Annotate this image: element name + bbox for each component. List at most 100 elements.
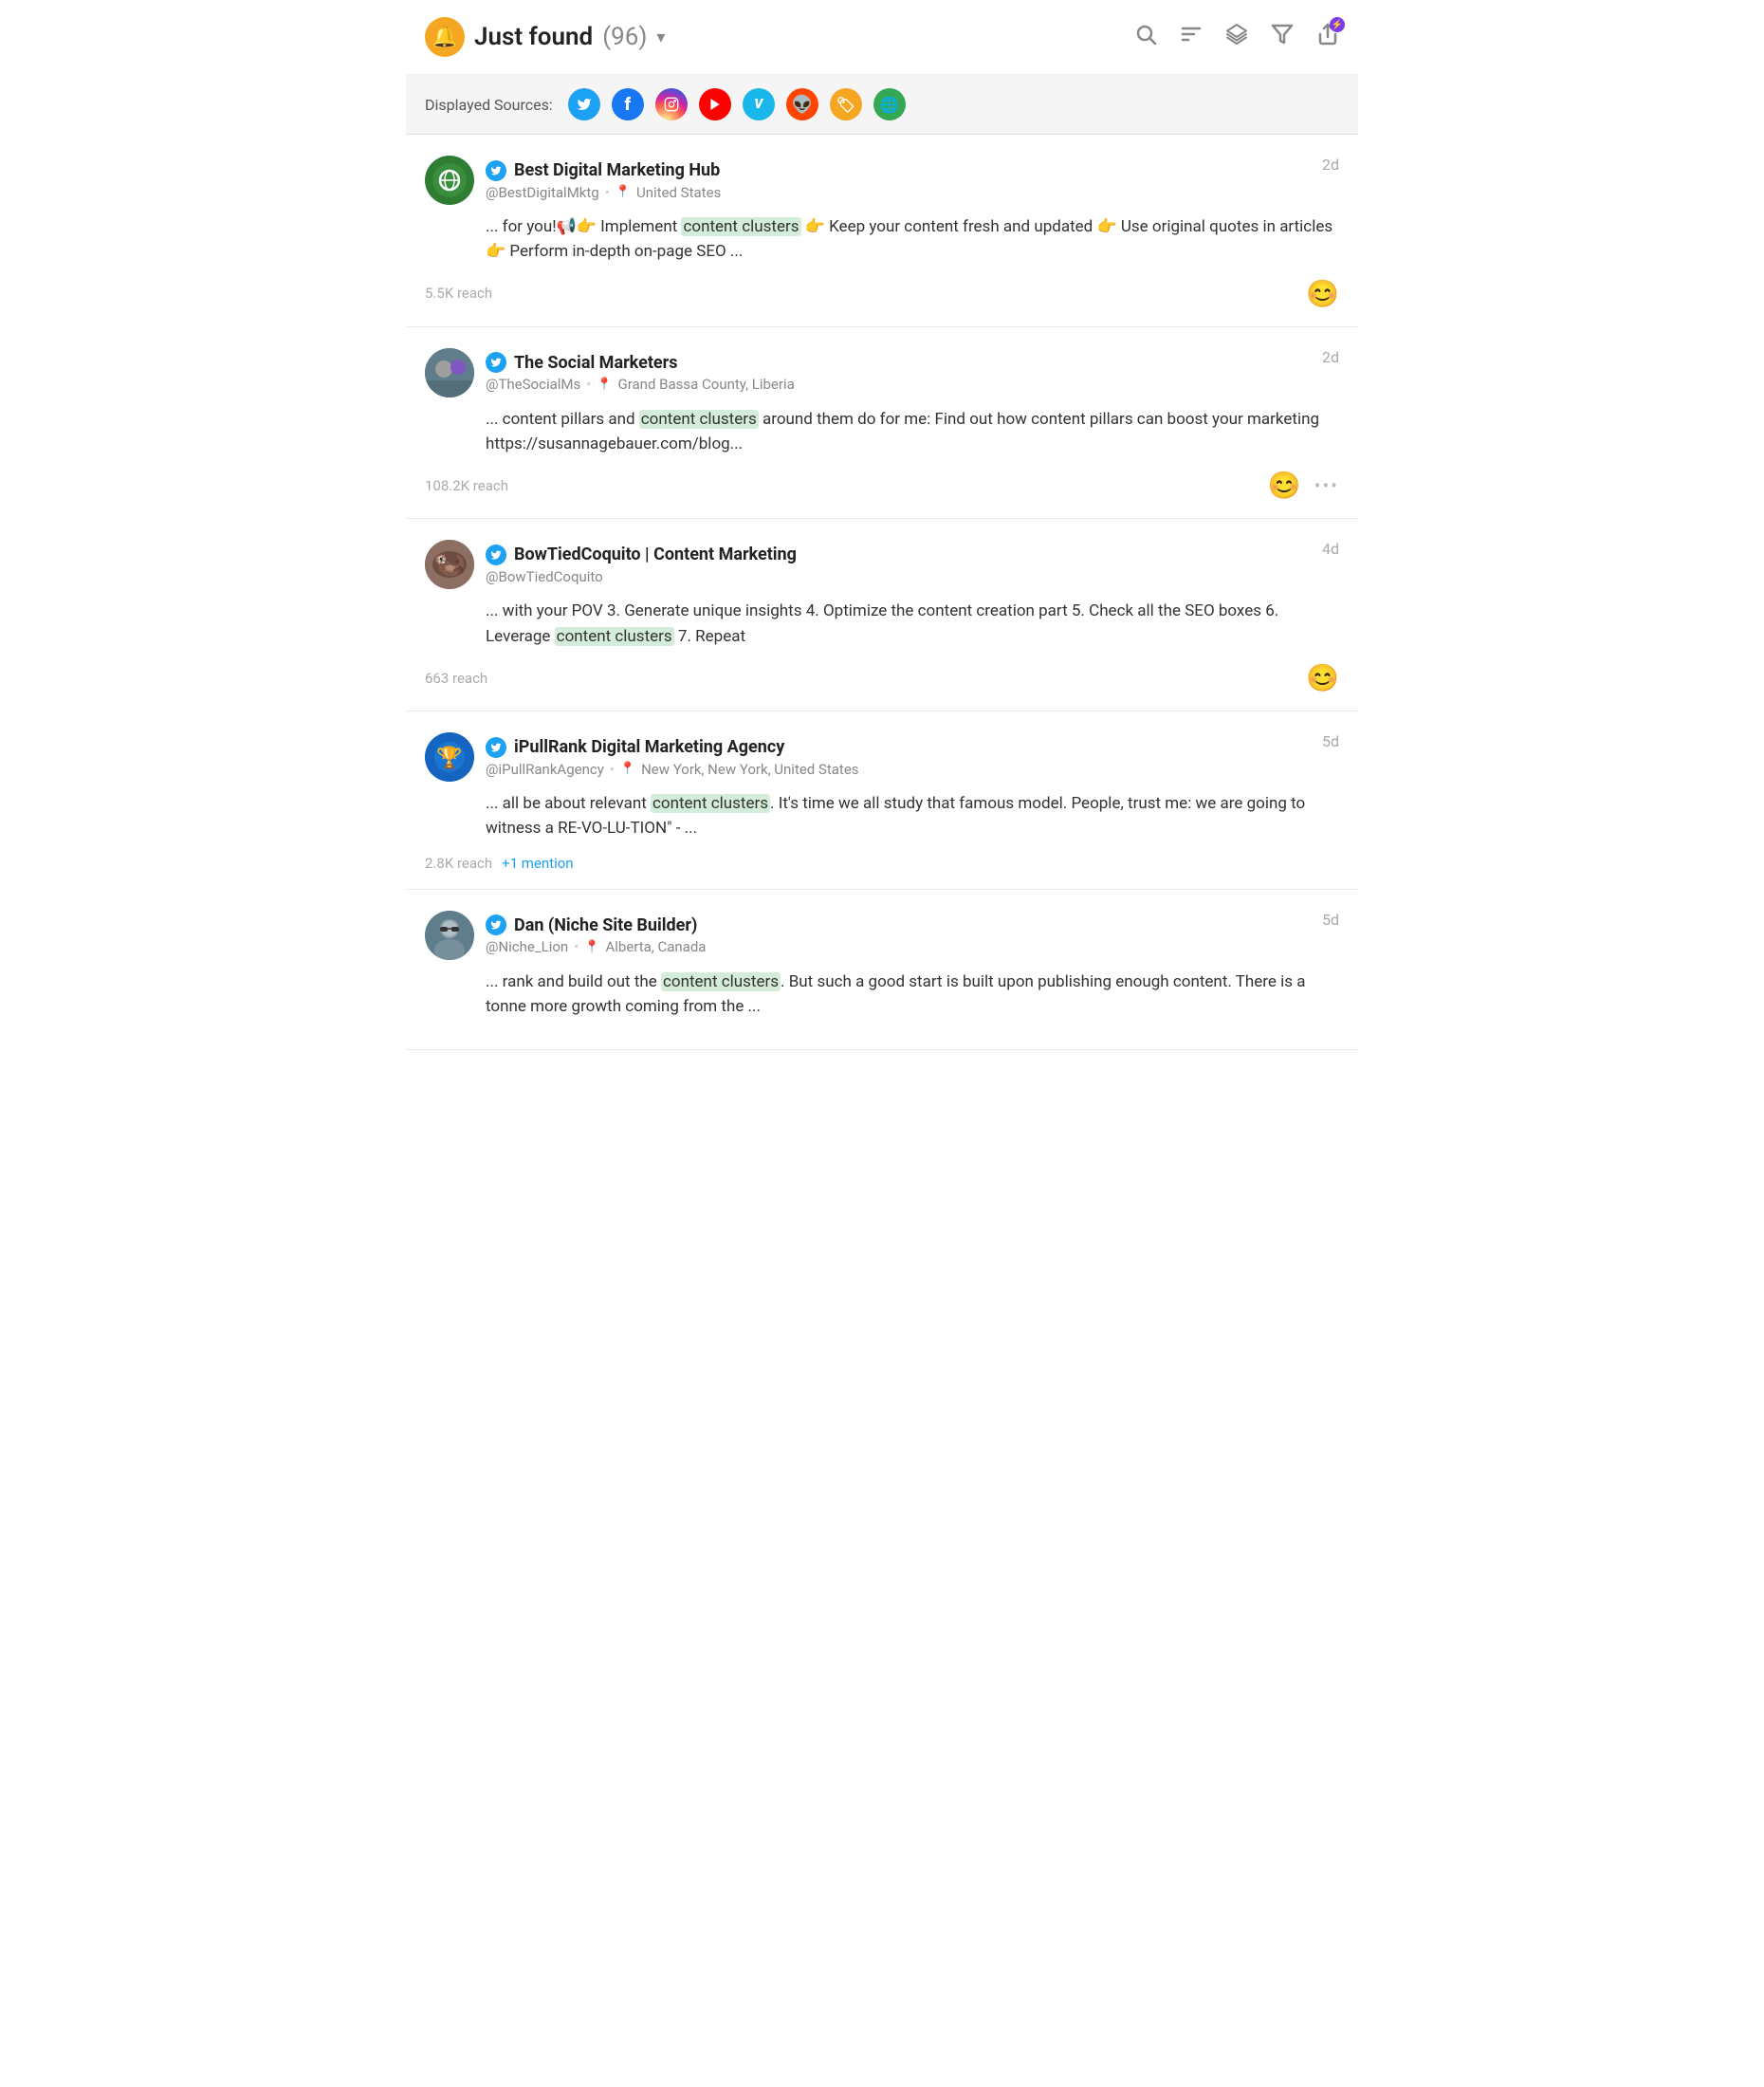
- post-actions: 😊: [1306, 278, 1339, 309]
- twitter-badge: [486, 914, 506, 935]
- author-section: 🏆 iPullRank Digital Marketing Agency @iP: [425, 732, 859, 782]
- post-time: 4d: [1322, 540, 1339, 558]
- post-card: Best Digital Marketing Hub @BestDigitalM…: [406, 135, 1358, 327]
- post-header: 🏆 iPullRank Digital Marketing Agency @iP: [425, 732, 1339, 782]
- author-location: New York, New York, United States: [641, 761, 858, 778]
- author-info: iPullRank Digital Marketing Agency @iPul…: [486, 737, 859, 778]
- sentiment-icon[interactable]: 😊: [1268, 470, 1301, 501]
- source-facebook[interactable]: f: [612, 88, 644, 120]
- author-handle: @BowTiedCoquito: [486, 568, 603, 585]
- source-vimeo[interactable]: V: [743, 88, 775, 120]
- avatar: 🦦: [425, 540, 474, 589]
- sentiment-icon[interactable]: 😊: [1306, 662, 1339, 693]
- location-icon: 📍: [584, 940, 599, 954]
- post-time: 2d: [1322, 348, 1339, 366]
- author-name: The Social Marketers: [514, 353, 677, 373]
- highlighted-term: content clusters: [661, 972, 781, 991]
- reach-label: 663 reach: [425, 670, 487, 687]
- post-header: Dan (Niche Site Builder) @Niche_Lion • 📍…: [425, 911, 1339, 960]
- post-header: Best Digital Marketing Hub @BestDigitalM…: [425, 156, 1339, 205]
- author-section: 🦦 BowTiedCoquito | Content Marketing @Bo: [425, 540, 797, 589]
- header-actions: ⚡: [1134, 23, 1339, 51]
- posts-list: Best Digital Marketing Hub @BestDigitalM…: [406, 135, 1358, 1050]
- post-content: ... content pillars and content clusters…: [486, 407, 1339, 457]
- post-footer: 108.2K reach 😊 •••: [425, 470, 1339, 501]
- post-card: Dan (Niche Site Builder) @Niche_Lion • 📍…: [406, 890, 1358, 1051]
- avatar: 🏆: [425, 732, 474, 782]
- source-youtube[interactable]: [699, 88, 731, 120]
- content-after: 7. Repeat: [674, 627, 745, 646]
- post-content: ... rank and build out the content clust…: [486, 970, 1339, 1020]
- reach-section: 2.8K reach +1 mention: [425, 855, 574, 872]
- author-handle: @TheSocialMs: [486, 376, 580, 393]
- post-card: 🏆 iPullRank Digital Marketing Agency @iP: [406, 711, 1358, 890]
- highlighted-term: content clusters: [681, 217, 800, 236]
- highlighted-term: content clusters: [651, 794, 770, 813]
- sort-icon[interactable]: [1180, 23, 1203, 51]
- avatar: [425, 911, 474, 960]
- post-time: 5d: [1322, 911, 1339, 929]
- sentiment-icon[interactable]: 😊: [1306, 278, 1339, 309]
- author-handle: @Niche_Lion: [486, 938, 568, 955]
- content-before: ... all be about relevant: [486, 794, 651, 813]
- author-section: The Social Marketers @TheSocialMs • 📍 Gr…: [425, 348, 795, 397]
- bell-icon: 🔔: [425, 17, 465, 57]
- author-meta: @TheSocialMs • 📍 Grand Bassa County, Lib…: [486, 376, 795, 393]
- post-content: ... with your POV 3. Generate unique ins…: [486, 599, 1339, 649]
- post-footer: 2.8K reach +1 mention: [425, 855, 1339, 872]
- mention-link[interactable]: +1 mention: [502, 855, 573, 872]
- author-handle: @iPullRankAgency: [486, 761, 604, 778]
- author-name: Dan (Niche Site Builder): [514, 915, 697, 935]
- header: 🔔 Just found (96) ▾: [406, 0, 1358, 75]
- content-before: ... content pillars and: [486, 410, 639, 429]
- author-handle: @BestDigitalMktg: [486, 184, 599, 201]
- source-web[interactable]: 🌐: [873, 88, 906, 120]
- filter-icon[interactable]: [1271, 23, 1294, 51]
- author-name: Best Digital Marketing Hub: [514, 160, 720, 180]
- post-card: 🦦 BowTiedCoquito | Content Marketing @Bo: [406, 519, 1358, 711]
- share-icon[interactable]: ⚡: [1316, 23, 1339, 51]
- sources-label: Displayed Sources:: [425, 96, 553, 114]
- source-reddit[interactable]: 👽: [786, 88, 818, 120]
- svg-text:🏆: 🏆: [436, 746, 462, 770]
- twitter-badge: [486, 160, 506, 181]
- location-icon: 📍: [616, 185, 631, 199]
- avatar: [425, 156, 474, 205]
- notification-badge: ⚡: [1330, 17, 1345, 32]
- author-name: BowTiedCoquito | Content Marketing: [514, 545, 797, 564]
- more-options-icon[interactable]: •••: [1314, 474, 1339, 497]
- dropdown-icon[interactable]: ▾: [656, 28, 665, 47]
- search-icon[interactable]: [1134, 23, 1157, 51]
- post-header: The Social Marketers @TheSocialMs • 📍 Gr…: [425, 348, 1339, 397]
- author-info: Best Digital Marketing Hub @BestDigitalM…: [486, 160, 721, 201]
- reach-label: 108.2K reach: [425, 477, 508, 494]
- post-time: 5d: [1322, 732, 1339, 750]
- author-meta: @BowTiedCoquito: [486, 568, 797, 585]
- twitter-badge: [486, 352, 506, 373]
- author-section: Best Digital Marketing Hub @BestDigitalM…: [425, 156, 721, 205]
- author-info: Dan (Niche Site Builder) @Niche_Lion • 📍…: [486, 914, 706, 955]
- svg-text:🦦: 🦦: [432, 547, 466, 579]
- author-info: BowTiedCoquito | Content Marketing @BowT…: [486, 545, 797, 585]
- author-name: iPullRank Digital Marketing Agency: [514, 737, 784, 757]
- post-card: The Social Marketers @TheSocialMs • 📍 Gr…: [406, 327, 1358, 520]
- sources-bar: Displayed Sources: f V 👽 🏷 🌐: [406, 75, 1358, 135]
- source-instagram[interactable]: [655, 88, 688, 120]
- source-twitter[interactable]: [568, 88, 600, 120]
- post-footer: 5.5K reach 😊: [425, 278, 1339, 309]
- avatar: [425, 348, 474, 397]
- twitter-badge: [486, 737, 506, 758]
- content-before: ... for you!📢👉 Implement: [486, 217, 681, 236]
- location-icon: 📍: [597, 378, 612, 392]
- post-actions: 😊 •••: [1268, 470, 1339, 501]
- author-location: Alberta, Canada: [605, 938, 706, 955]
- author-meta: @iPullRankAgency • 📍 New York, New York,…: [486, 761, 859, 778]
- reach-label: 2.8K reach: [425, 855, 492, 872]
- source-product[interactable]: 🏷: [830, 88, 862, 120]
- author-info: The Social Marketers @TheSocialMs • 📍 Gr…: [486, 352, 795, 393]
- twitter-badge: [486, 545, 506, 565]
- highlighted-term: content clusters: [639, 410, 759, 429]
- author-meta: @Niche_Lion • 📍 Alberta, Canada: [486, 938, 706, 955]
- layers-icon[interactable]: [1225, 23, 1248, 51]
- location-icon: 📍: [620, 762, 635, 776]
